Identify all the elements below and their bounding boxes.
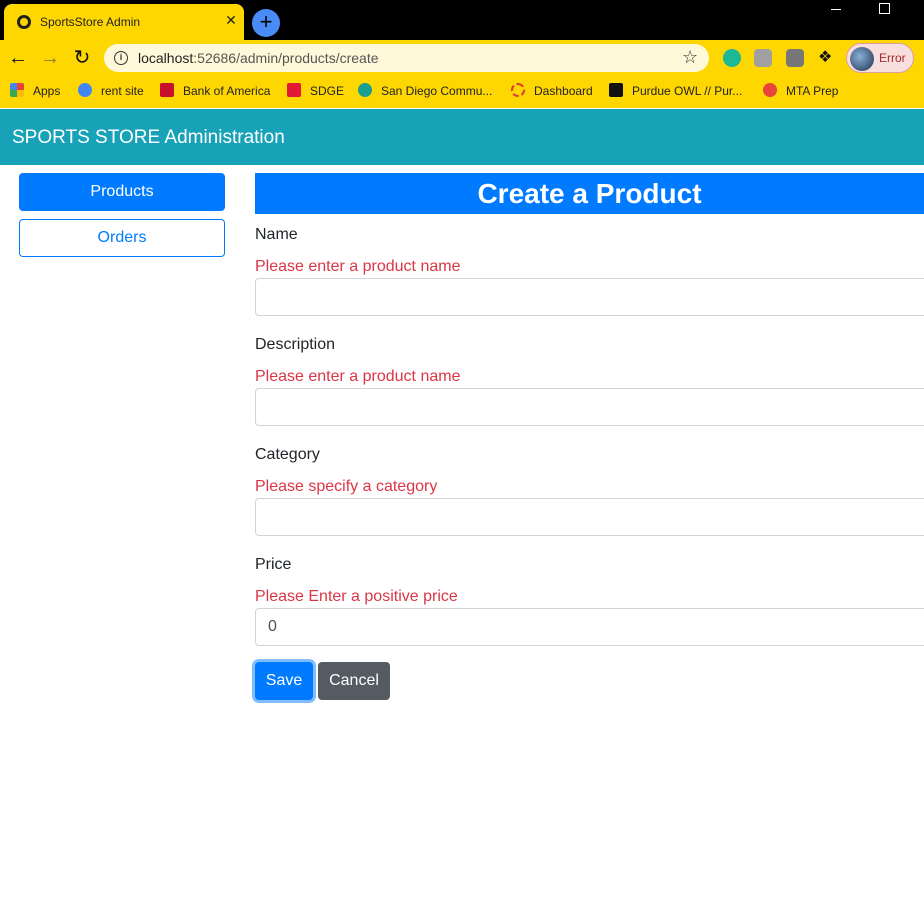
bank-of-america-icon: [160, 83, 174, 97]
name-error: Please enter a product name: [255, 258, 461, 275]
apps-grid-icon: [10, 83, 24, 97]
cancel-button[interactable]: Cancel: [318, 662, 390, 700]
price-label: Price: [255, 556, 292, 573]
bookmark-label: rent site: [101, 84, 144, 98]
bookmark-purdue-owl[interactable]: Purdue OWL // Pur...: [609, 83, 742, 98]
price-error: Please Enter a positive price: [255, 588, 458, 605]
bookmark-mta-prep[interactable]: MTA Prep: [763, 83, 838, 98]
profile-status: Error: [879, 51, 906, 65]
avatar: [850, 47, 874, 71]
browser-toolbar: ← → ↻ i localhost:52686/admin/products/c…: [0, 40, 924, 76]
back-arrow-icon[interactable]: ←: [6, 46, 30, 70]
bookmarks-bar: Apps rent site Bank of America SDGE San …: [0, 76, 924, 108]
minimize-icon[interactable]: [831, 9, 841, 10]
maximize-icon[interactable]: [879, 3, 890, 14]
bookmark-rent-site[interactable]: rent site: [78, 83, 144, 98]
bookmark-label: SDGE: [310, 84, 345, 98]
app-header: SPORTS STORE Administration: [0, 109, 924, 165]
info-icon[interactable]: i: [114, 51, 128, 65]
close-tab-icon[interactable]: ✕: [222, 11, 240, 29]
products-nav-button[interactable]: Products: [19, 173, 225, 211]
bookmark-star-icon[interactable]: ☆: [682, 47, 698, 68]
tab-title: SportsStore Admin: [40, 15, 141, 29]
category-label: Category: [255, 446, 320, 463]
category-error: Please specify a category: [255, 478, 438, 495]
url-text: localhost:52686/admin/products/create: [138, 50, 379, 66]
url-path: :52686/admin/products/create: [193, 50, 379, 66]
extension-help-icon[interactable]: [754, 49, 772, 67]
description-input[interactable]: [255, 388, 924, 426]
bookmark-apps[interactable]: Apps: [10, 83, 60, 98]
extensions-puzzle-icon[interactable]: ❖: [818, 49, 836, 67]
bookmark-label: Apps: [33, 84, 61, 98]
chrome-icon: [78, 83, 92, 97]
browser-tab[interactable]: SportsStore Admin ✕: [4, 4, 244, 40]
name-label: Name: [255, 226, 298, 243]
bookmark-label: Bank of America: [183, 84, 271, 98]
extension-shield-icon[interactable]: [723, 49, 741, 67]
bookmark-dashboard[interactable]: Dashboard: [511, 83, 593, 98]
description-error: Please enter a product name: [255, 368, 461, 385]
bookmark-label: Purdue OWL // Pur...: [632, 84, 743, 98]
bookmark-san-diego[interactable]: San Diego Commu...: [358, 83, 492, 98]
sdge-icon: [287, 83, 301, 97]
mta-prep-icon: [763, 83, 777, 97]
browser-titlebar: SportsStore Admin ✕ +: [0, 0, 924, 40]
price-input[interactable]: 0: [255, 608, 924, 646]
forward-arrow-icon[interactable]: →: [38, 46, 62, 70]
orders-nav-button[interactable]: Orders: [19, 219, 225, 257]
bookmark-sdge[interactable]: SDGE: [287, 83, 344, 98]
reload-icon[interactable]: ↻: [70, 46, 94, 70]
name-input[interactable]: [255, 278, 924, 316]
purdue-owl-icon: [609, 83, 623, 97]
bookmark-label: San Diego Commu...: [381, 84, 493, 98]
url-host: localhost: [138, 50, 194, 66]
description-label: Description: [255, 336, 336, 353]
address-bar[interactable]: i localhost:52686/admin/products/create …: [104, 44, 709, 72]
dashboard-icon: [511, 83, 525, 97]
san-diego-icon: [358, 83, 372, 97]
bookmark-label: MTA Prep: [786, 84, 839, 98]
bookmark-bank-of-america[interactable]: Bank of America: [160, 83, 270, 98]
new-tab-button[interactable]: +: [252, 9, 280, 37]
extension-bag-icon[interactable]: [786, 49, 804, 67]
globe-icon: [17, 15, 31, 29]
category-input[interactable]: [255, 498, 924, 536]
page-title: Create a Product: [255, 173, 924, 214]
app-title: SPORTS STORE Administration: [12, 127, 285, 148]
bookmark-label: Dashboard: [534, 84, 593, 98]
save-button[interactable]: Save: [255, 662, 313, 700]
profile-button[interactable]: Error: [846, 43, 914, 73]
